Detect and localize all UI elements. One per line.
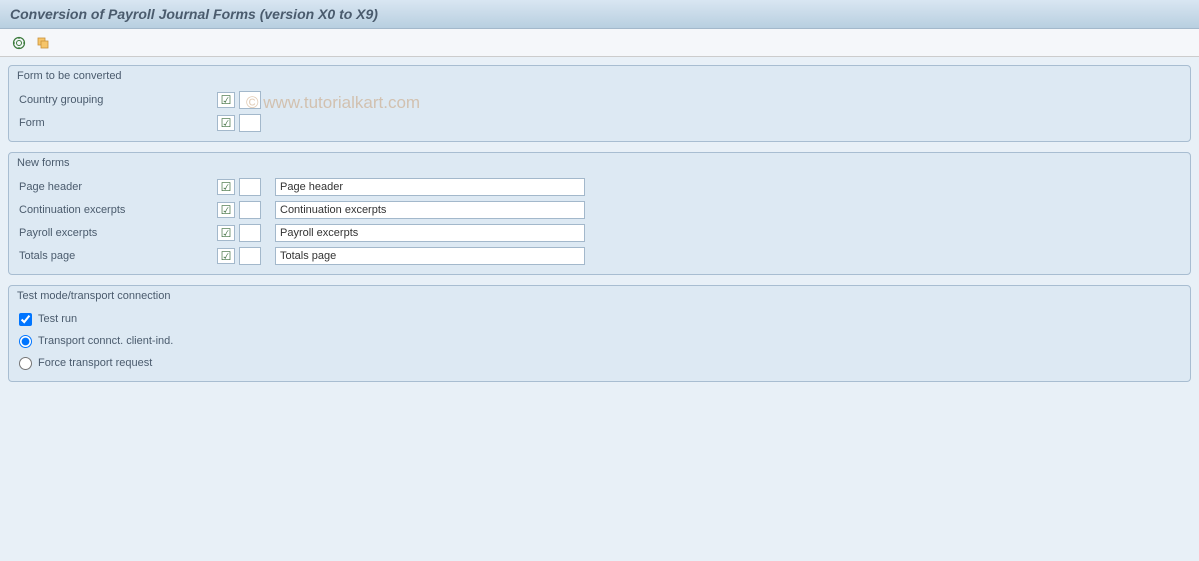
force-transport-row[interactable]: Force transport request (17, 353, 1182, 373)
continuation-label: Continuation excerpts (17, 204, 217, 216)
payroll-label: Payroll excerpts (17, 227, 217, 239)
form-input[interactable] (239, 114, 261, 132)
variant-icon[interactable] (34, 34, 52, 52)
group-test-mode: Test mode/transport connection Test run … (8, 285, 1191, 382)
totals-label: Totals page (17, 250, 217, 262)
transport-client-radio[interactable] (19, 335, 32, 348)
continuation-code-input[interactable] (239, 201, 261, 219)
page-header-label: Page header (17, 181, 217, 193)
page-header-code-input[interactable] (239, 178, 261, 196)
force-transport-label: Force transport request (38, 357, 152, 369)
check-icon[interactable]: ☑ (217, 179, 235, 195)
totals-code-input[interactable] (239, 247, 261, 265)
check-icon[interactable]: ☑ (217, 248, 235, 264)
group-title: New forms (9, 153, 1190, 176)
group-title: Form to be converted (9, 66, 1190, 89)
group-new-forms: New forms Page header ☑ Continuation exc… (8, 152, 1191, 275)
payroll-code-input[interactable] (239, 224, 261, 242)
field-payroll: Payroll excerpts ☑ (17, 222, 1182, 244)
form-label: Form (17, 117, 217, 129)
country-grouping-label: Country grouping (17, 94, 217, 106)
field-continuation: Continuation excerpts ☑ (17, 199, 1182, 221)
page-title: Conversion of Payroll Journal Forms (ver… (0, 0, 1199, 29)
toolbar (0, 29, 1199, 57)
field-totals: Totals page ☑ (17, 245, 1182, 267)
transport-client-row[interactable]: Transport connct. client-ind. (17, 331, 1182, 351)
check-icon[interactable]: ☑ (217, 202, 235, 218)
test-run-row[interactable]: Test run (17, 309, 1182, 329)
page-header-text-input[interactable] (275, 178, 585, 196)
field-form: Form ☑ (17, 112, 1182, 134)
totals-text-input[interactable] (275, 247, 585, 265)
group-form-to-convert: Form to be converted Country grouping ☑ … (8, 65, 1191, 142)
check-icon[interactable]: ☑ (217, 115, 235, 131)
test-run-checkbox[interactable] (19, 313, 32, 326)
check-icon[interactable]: ☑ (217, 225, 235, 241)
group-title: Test mode/transport connection (9, 286, 1190, 309)
transport-client-label: Transport connct. client-ind. (38, 335, 173, 347)
field-page-header: Page header ☑ (17, 176, 1182, 198)
field-country-grouping: Country grouping ☑ (17, 89, 1182, 111)
force-transport-radio[interactable] (19, 357, 32, 370)
test-run-label: Test run (38, 313, 77, 325)
content-area: © www.tutorialkart.com Form to be conver… (0, 57, 1199, 561)
check-icon[interactable]: ☑ (217, 92, 235, 108)
payroll-text-input[interactable] (275, 224, 585, 242)
country-grouping-input[interactable] (239, 91, 261, 109)
continuation-text-input[interactable] (275, 201, 585, 219)
execute-icon[interactable] (10, 34, 28, 52)
